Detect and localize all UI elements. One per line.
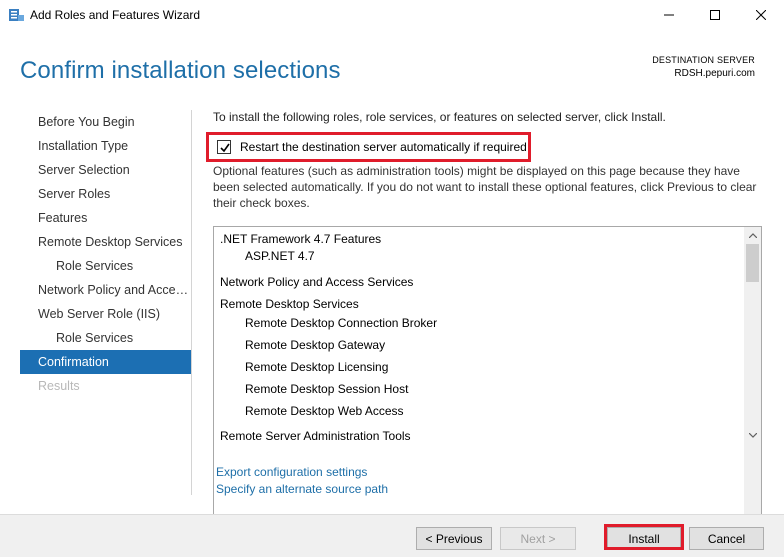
- scroll-down-button[interactable]: [744, 427, 761, 444]
- feature-item: .NET Framework 4.7 Features: [220, 232, 382, 246]
- feature-item: Remote Desktop Services: [220, 297, 359, 311]
- nav-item-iis-role-services[interactable]: Role Services: [20, 326, 192, 350]
- feature-item: ASP.NET 4.7: [245, 249, 315, 263]
- chevron-down-icon: [748, 433, 757, 438]
- nav-item-confirmation[interactable]: Confirmation: [20, 350, 192, 374]
- export-settings-link[interactable]: Export configuration settings: [216, 465, 367, 479]
- close-button[interactable]: [738, 0, 784, 30]
- restart-checkbox-label[interactable]: Restart the destination server automatic…: [240, 140, 527, 154]
- feature-list-scrollbar[interactable]: [744, 227, 761, 555]
- cancel-button[interactable]: Cancel: [689, 527, 764, 550]
- nav-item-web-server-role[interactable]: Web Server Role (IIS): [20, 302, 192, 326]
- page-title: Confirm installation selections: [20, 57, 341, 84]
- scroll-up-button[interactable]: [744, 227, 761, 244]
- feature-item: Remote Desktop Gateway: [245, 338, 386, 352]
- nav-item-installation-type[interactable]: Installation Type: [20, 134, 192, 158]
- restart-checkbox-row[interactable]: Restart the destination server automatic…: [206, 132, 531, 162]
- scroll-thumb[interactable]: [746, 244, 759, 282]
- previous-button[interactable]: < Previous: [416, 527, 492, 550]
- nav-divider: [191, 110, 192, 495]
- feature-item: Remote Desktop Web Access: [245, 404, 404, 418]
- alternate-source-link[interactable]: Specify an alternate source path: [216, 482, 388, 496]
- feature-item: Remote Desktop Session Host: [245, 382, 409, 396]
- intro-text: To install the following roles, role ser…: [213, 110, 666, 124]
- maximize-button[interactable]: [692, 0, 738, 30]
- restart-checkbox[interactable]: [217, 140, 231, 154]
- nav-item-before-you-begin[interactable]: Before You Begin: [20, 110, 192, 134]
- nav-item-rds-role-services[interactable]: Role Services: [20, 254, 192, 278]
- checkmark-icon: [220, 143, 230, 153]
- server-manager-icon: [8, 7, 24, 23]
- next-button: Next >: [500, 527, 576, 550]
- nav-item-network-policy[interactable]: Network Policy and Acces...: [20, 278, 192, 302]
- feature-item: Remote Server Administration Tools: [220, 429, 411, 443]
- wizard-nav: Before You Begin Installation Type Serve…: [20, 110, 192, 398]
- feature-item: Remote Desktop Licensing: [245, 360, 389, 374]
- wizard-header: Confirm installation selections DESTINAT…: [0, 30, 784, 100]
- destination-server-name: RDSH.pepuri.com: [674, 68, 755, 79]
- optional-features-text: Optional features (such as administratio…: [213, 164, 757, 210]
- close-icon: [756, 10, 766, 20]
- nav-item-remote-desktop-services[interactable]: Remote Desktop Services: [20, 230, 192, 254]
- window-title: Add Roles and Features Wizard: [30, 8, 201, 22]
- minimize-button[interactable]: [646, 0, 692, 30]
- nav-item-server-roles[interactable]: Server Roles: [20, 182, 192, 206]
- feature-item: Remote Desktop Connection Broker: [245, 316, 438, 330]
- nav-item-server-selection[interactable]: Server Selection: [20, 158, 192, 182]
- chevron-up-icon: [748, 233, 757, 238]
- destination-server-label: DESTINATION SERVER: [652, 55, 755, 65]
- install-highlight: [604, 524, 684, 550]
- nav-item-features[interactable]: Features: [20, 206, 192, 230]
- nav-item-results: Results: [38, 379, 80, 393]
- title-bar: Add Roles and Features Wizard: [0, 0, 784, 30]
- feature-list[interactable]: .NET Framework 4.7 Features ASP.NET 4.7 …: [213, 226, 762, 556]
- feature-item: Network Policy and Access Services: [220, 275, 414, 289]
